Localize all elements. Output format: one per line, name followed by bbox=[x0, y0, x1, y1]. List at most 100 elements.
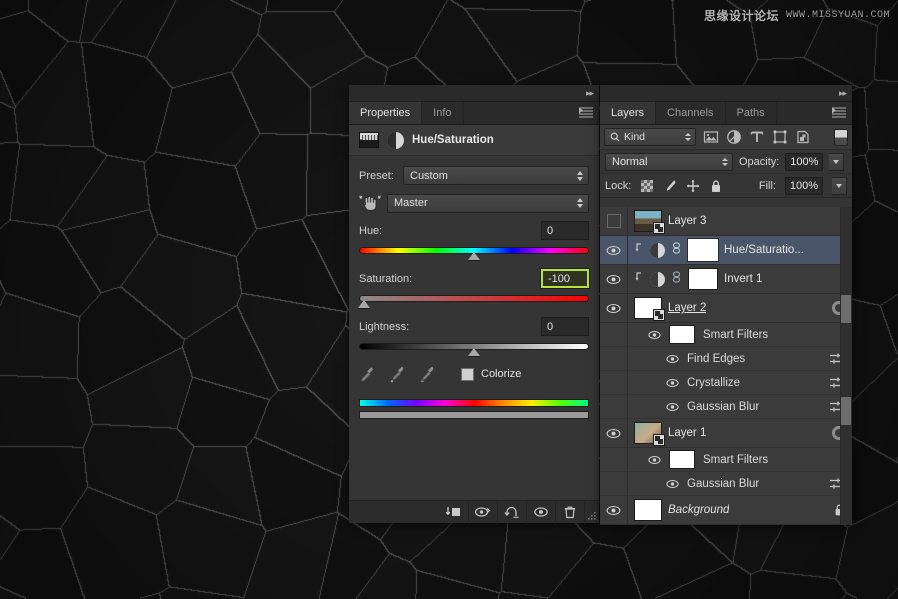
adjustment-layer-icon[interactable] bbox=[650, 271, 665, 287]
colorize-checkbox[interactable] bbox=[461, 367, 474, 381]
properties-panel-menu-icon[interactable] bbox=[579, 107, 593, 119]
type-filter-icon[interactable] bbox=[749, 129, 765, 145]
eye-icon bbox=[606, 428, 621, 438]
filter-enable-toggle[interactable] bbox=[834, 128, 848, 146]
kind-stepper-icon[interactable] bbox=[685, 133, 691, 141]
eye-icon[interactable] bbox=[666, 354, 679, 364]
adjustment-layer-icon[interactable] bbox=[650, 242, 665, 258]
layer-thumbnail[interactable] bbox=[634, 210, 665, 234]
blend-mode-select[interactable]: Normal bbox=[605, 152, 733, 171]
fill-dropdown-icon[interactable] bbox=[832, 176, 847, 195]
tab-channels-label: Channels bbox=[667, 107, 714, 119]
eyedropper-icon[interactable] bbox=[359, 365, 377, 383]
smart-filter-mask-thumbnail[interactable] bbox=[669, 325, 695, 344]
eye-icon[interactable] bbox=[666, 402, 679, 412]
saturation-track[interactable] bbox=[359, 295, 589, 302]
channel-select[interactable]: Master bbox=[387, 193, 589, 213]
layer-mask-thumbnail[interactable] bbox=[687, 238, 719, 262]
preset-stepper-icon[interactable] bbox=[577, 170, 583, 181]
table-row[interactable]: Layer 1 bbox=[600, 419, 852, 448]
layers-scrollbar[interactable] bbox=[840, 207, 852, 525]
table-row[interactable]: Hue/Saturatio... bbox=[600, 236, 852, 265]
collapse-panels-icon[interactable]: ▸▸ bbox=[586, 89, 594, 98]
collapse-layers-panel-icon[interactable]: ▸▸ bbox=[839, 89, 847, 98]
layer-visibility-toggle[interactable] bbox=[600, 496, 628, 524]
eye-icon[interactable] bbox=[648, 330, 661, 340]
lightness-track-wrap[interactable] bbox=[359, 341, 589, 356]
tab-info[interactable]: Info bbox=[422, 102, 464, 124]
filter-row[interactable]: Crystallize bbox=[600, 371, 852, 395]
fill-value-field[interactable]: 100% bbox=[785, 176, 823, 195]
layer-thumbnail[interactable] bbox=[634, 297, 665, 321]
layer-visibility-toggle[interactable] bbox=[600, 207, 628, 235]
tab-paths[interactable]: Paths bbox=[726, 102, 777, 124]
hue-track-wrap[interactable] bbox=[359, 245, 589, 260]
opacity-dropdown-icon[interactable] bbox=[829, 152, 845, 171]
layers-panel-grip[interactable]: ▸▸ bbox=[600, 85, 852, 102]
opacity-value-field[interactable]: 100% bbox=[785, 152, 824, 171]
layers-scrollbar-thumb[interactable] bbox=[841, 295, 851, 323]
layer-thumbnail[interactable] bbox=[634, 499, 662, 521]
smart-filters-header-row[interactable]: Smart Filters bbox=[600, 323, 852, 347]
hue-slider-thumb[interactable] bbox=[468, 252, 480, 260]
saturation-value-field[interactable]: -100 bbox=[541, 269, 589, 288]
lightness-value-field[interactable]: 0 bbox=[541, 317, 589, 336]
link-mask-icon[interactable] bbox=[671, 270, 682, 289]
toggle-visibility-icon[interactable] bbox=[527, 500, 556, 524]
link-mask-icon[interactable] bbox=[671, 241, 682, 260]
pixel-filter-icon[interactable] bbox=[703, 129, 719, 145]
table-row[interactable]: Layer 3 bbox=[600, 207, 852, 236]
layer-visibility-toggle[interactable] bbox=[600, 419, 628, 447]
smart-filters-header-row[interactable]: Smart Filters bbox=[600, 448, 852, 472]
table-row[interactable]: Background bbox=[600, 496, 852, 525]
eyedropper-add-icon[interactable] bbox=[389, 365, 407, 383]
hue-value-field[interactable]: 0 bbox=[541, 221, 589, 240]
toggle-previous-state-icon[interactable] bbox=[469, 500, 498, 524]
blend-mode-stepper-icon[interactable] bbox=[722, 157, 728, 166]
saturation-track-wrap[interactable] bbox=[357, 293, 589, 308]
smart-object-filter-icon[interactable] bbox=[795, 129, 811, 145]
layers-scrollbar-thumb-secondary[interactable] bbox=[841, 397, 851, 425]
clip-to-layer-icon[interactable] bbox=[440, 500, 469, 524]
layer-visibility-toggle[interactable] bbox=[600, 294, 628, 322]
eye-icon[interactable] bbox=[666, 479, 679, 489]
layer-mask-thumbnail[interactable] bbox=[688, 268, 718, 290]
preset-select[interactable]: Custom bbox=[403, 166, 589, 185]
table-row[interactable]: Layer 2 bbox=[600, 294, 852, 323]
eye-off-icon bbox=[606, 214, 621, 228]
properties-panel-grip[interactable]: ▸▸ bbox=[349, 85, 599, 102]
layer-visibility-toggle[interactable] bbox=[600, 265, 628, 293]
tab-layers[interactable]: Layers bbox=[600, 102, 657, 124]
channel-stepper-icon[interactable] bbox=[577, 198, 583, 208]
adjustment-filter-icon[interactable] bbox=[726, 129, 742, 145]
eye-icon[interactable] bbox=[648, 455, 661, 465]
filter-row[interactable]: Gaussian Blur bbox=[600, 472, 852, 496]
lock-all-icon[interactable] bbox=[709, 179, 723, 193]
lock-position-icon[interactable] bbox=[686, 179, 700, 193]
lock-image-icon[interactable] bbox=[663, 179, 677, 193]
shape-filter-icon[interactable] bbox=[772, 129, 788, 145]
filter-row[interactable]: Find Edges bbox=[600, 347, 852, 371]
kind-filter-select[interactable]: Kind bbox=[604, 128, 696, 146]
hue-spectrum-bar-top[interactable] bbox=[359, 399, 589, 407]
eye-icon[interactable] bbox=[666, 378, 679, 388]
layer-name: Layer 3 bbox=[668, 215, 707, 227]
resize-grip[interactable] bbox=[585, 500, 599, 523]
saturation-slider-thumb[interactable] bbox=[357, 300, 370, 308]
tab-properties[interactable]: Properties bbox=[349, 102, 423, 124]
reset-icon[interactable] bbox=[498, 500, 527, 524]
eyedropper-subtract-icon[interactable] bbox=[419, 365, 437, 383]
table-row[interactable]: Invert 1 bbox=[600, 265, 852, 294]
colorize-control[interactable]: Colorize bbox=[461, 367, 521, 381]
filter-row[interactable]: Gaussian Blur bbox=[600, 395, 852, 419]
saturation-label: Saturation: bbox=[359, 272, 413, 285]
delete-adjustment-icon[interactable] bbox=[556, 500, 585, 524]
lock-transparency-icon[interactable] bbox=[640, 179, 654, 193]
layer-thumbnail[interactable] bbox=[634, 422, 665, 446]
layer-visibility-toggle[interactable] bbox=[600, 236, 628, 264]
layers-panel-menu-icon[interactable] bbox=[832, 107, 846, 119]
smart-filter-mask-thumbnail[interactable] bbox=[669, 450, 695, 469]
tab-channels[interactable]: Channels bbox=[656, 102, 726, 124]
hue-spectrum-bar-bottom[interactable] bbox=[359, 411, 589, 419]
lightness-slider-thumb[interactable] bbox=[468, 348, 480, 356]
